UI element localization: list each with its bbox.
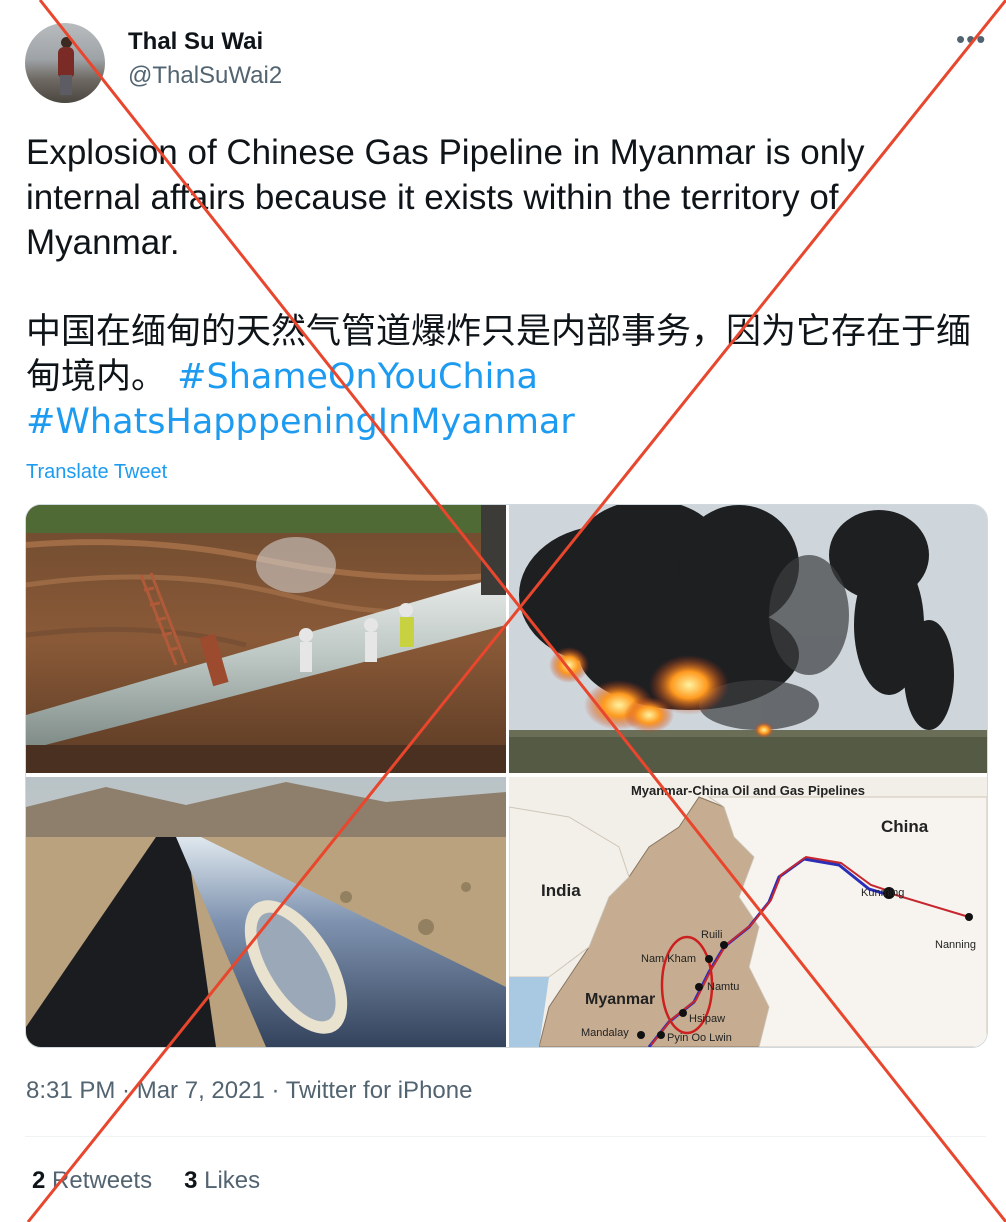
likes-count: 3 xyxy=(184,1167,198,1194)
likes-label: Likes xyxy=(204,1167,261,1194)
avatar-person-legs xyxy=(60,75,72,95)
photo-pipeline-construction[interactable] xyxy=(26,505,506,773)
hashtag-shame-on-you-china[interactable]: #ShameOnYouChina xyxy=(177,357,538,397)
divider xyxy=(25,1136,986,1137)
avatar[interactable] xyxy=(25,23,105,103)
tweet-source[interactable]: Twitter for iPhone xyxy=(286,1077,473,1104)
map-city-ruili: Ruili xyxy=(701,929,723,941)
map-city-namtu: Namtu xyxy=(707,981,740,993)
map-city-pyin-oo-lwin: Pyin Oo Lwin xyxy=(667,1032,732,1044)
photo-pipeline-explosion-art xyxy=(509,505,987,773)
likes-stat[interactable]: 3 Likes xyxy=(184,1167,260,1194)
author-name[interactable]: Thal Su Wai xyxy=(128,28,263,56)
map-label-myanmar: Myanmar xyxy=(585,991,656,1008)
retweets-count: 2 xyxy=(32,1167,46,1194)
tweet-meta: 8:31 PM · Mar 7, 2021 · Twitter for iPho… xyxy=(26,1077,473,1104)
map-label-china: China xyxy=(881,817,929,836)
author-handle[interactable]: @ThalSuWai2 xyxy=(128,62,282,90)
retweets-label: Retweets xyxy=(52,1167,153,1194)
retweets-stat[interactable]: 2 Retweets xyxy=(32,1167,152,1194)
tweet-text: Explosion of Chinese Gas Pipeline in Mya… xyxy=(26,130,986,445)
photo-pipeline-construction-art xyxy=(26,505,506,773)
tweet-text-chinese: 中国在缅甸的天然气管道爆炸只是内部事务，因为它存在于缅甸境内。 #ShameOn… xyxy=(26,310,986,445)
photo-desert-pipeline-art xyxy=(26,777,506,1047)
translate-tweet-link[interactable]: Translate Tweet xyxy=(26,460,167,484)
map-city-nanning: Nanning xyxy=(935,939,976,951)
map-title: Myanmar-China Oil and Gas Pipelines xyxy=(630,783,866,798)
map-city-hsipaw: Hsipaw xyxy=(689,1013,726,1025)
photo-pipeline-map[interactable]: Myanmar-China Oil and Gas Pipelines Chin… xyxy=(509,777,987,1047)
avatar-person-body xyxy=(58,47,74,77)
map-city-nam-kham: Nam Kham xyxy=(641,953,697,965)
map-city-kunming: Kunming xyxy=(861,887,905,899)
tweet-date[interactable]: Mar 7, 2021 xyxy=(137,1077,265,1104)
map-city-mandalay: Mandalay xyxy=(581,1027,629,1039)
tweet-stats: 2 Retweets 3 Likes xyxy=(32,1166,260,1196)
tweet-text-english: Explosion of Chinese Gas Pipeline in Mya… xyxy=(26,133,875,262)
photo-pipeline-explosion[interactable] xyxy=(509,505,987,773)
photo-desert-pipeline[interactable] xyxy=(26,777,506,1047)
tweet-time[interactable]: 8:31 PM xyxy=(26,1077,115,1104)
hashtag-whats-happening-in-myanmar[interactable]: #WhatsHapppeningInMyanmar xyxy=(26,402,575,442)
map-label-india: India xyxy=(541,881,581,900)
media-grid: Myanmar-China Oil and Gas Pipelines Chin… xyxy=(25,504,988,1048)
more-horizontal-icon[interactable]: ••• xyxy=(956,26,986,52)
